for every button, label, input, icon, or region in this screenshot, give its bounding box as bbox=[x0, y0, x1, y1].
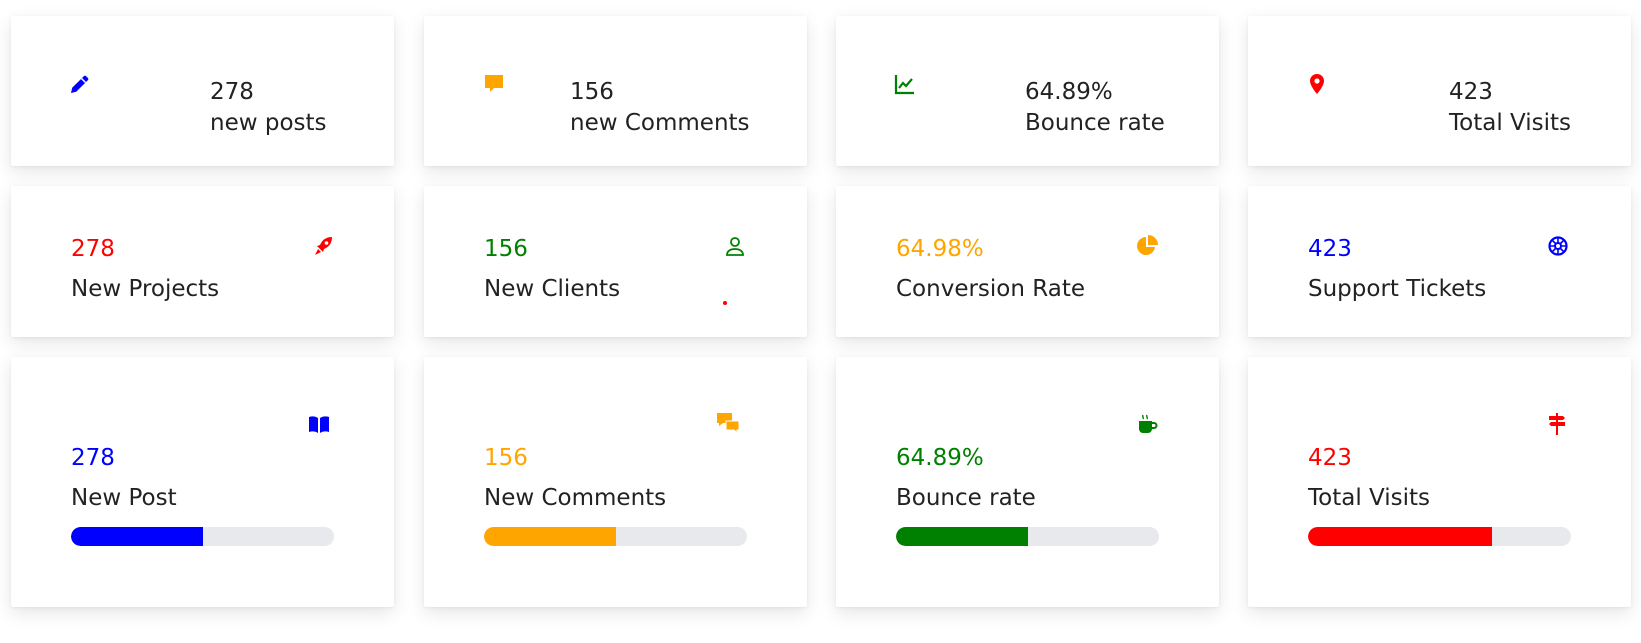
stat-card-bounce-rate: 64.89% Bounce rate bbox=[836, 16, 1219, 166]
stat-card-new-comments: 156 new Comments bbox=[424, 16, 807, 166]
stat-label: Total Visits bbox=[1449, 110, 1572, 136]
stat-card-conversion-rate: 64.98% Conversion Rate bbox=[836, 186, 1219, 337]
stat-card-total-visits: 423 Total Visits bbox=[1248, 16, 1631, 166]
stat-label: Support Tickets bbox=[1308, 276, 1487, 302]
stat-value: 64.98% bbox=[896, 236, 984, 262]
stat-label: new Comments bbox=[570, 110, 750, 136]
stat-label: Bounce rate bbox=[896, 485, 1036, 511]
pie-chart-icon bbox=[1135, 234, 1159, 258]
rocket-icon bbox=[312, 234, 336, 258]
stat-text: 423 Total Visits bbox=[1449, 77, 1571, 139]
stat-card-new-clients: 156 New Clients bbox=[424, 186, 807, 337]
stat-text: 156 new Comments bbox=[570, 77, 750, 139]
comment-icon bbox=[482, 72, 506, 96]
progress-bar bbox=[896, 527, 1159, 546]
progress-fill bbox=[71, 527, 203, 546]
signpost-icon bbox=[1545, 412, 1569, 436]
stat-value: 278 bbox=[71, 445, 115, 471]
stat-label: New Comments bbox=[484, 485, 667, 511]
progress-fill bbox=[484, 527, 616, 546]
stat-label: new posts bbox=[210, 110, 327, 136]
progress-bar bbox=[1308, 527, 1571, 546]
stat-value: 423 bbox=[1308, 236, 1352, 262]
stat-value: 156 bbox=[484, 445, 528, 471]
map-pin-icon bbox=[1305, 72, 1329, 96]
stat-card-new-posts: 278 new posts bbox=[11, 16, 394, 166]
stat-label: Bounce rate bbox=[1025, 110, 1165, 136]
line-chart-icon bbox=[893, 72, 917, 96]
book-icon bbox=[307, 412, 331, 436]
stat-value: 64.89% bbox=[896, 445, 984, 471]
progress-bar bbox=[484, 527, 747, 546]
stat-value: 423 bbox=[1449, 79, 1493, 105]
coffee-cup-icon bbox=[1135, 412, 1159, 436]
life-ring-icon bbox=[1546, 234, 1570, 258]
progress-card-new-post: 278 New Post bbox=[11, 357, 394, 607]
comments-icon bbox=[715, 410, 743, 436]
progress-card-total-visits: 423 Total Visits bbox=[1248, 357, 1631, 607]
stat-label: New Clients bbox=[484, 276, 621, 302]
status-dot bbox=[723, 301, 727, 305]
progress-card-bounce-rate: 64.89% Bounce rate bbox=[836, 357, 1219, 607]
stat-card-new-projects: 278 New Projects bbox=[11, 186, 394, 337]
stat-label: Conversion Rate bbox=[896, 276, 1085, 302]
progress-bar bbox=[71, 527, 334, 546]
user-icon bbox=[723, 234, 747, 258]
stat-label: New Projects bbox=[71, 276, 220, 302]
stat-label: New Post bbox=[71, 485, 177, 511]
stat-value: 64.89% bbox=[1025, 79, 1113, 105]
progress-card-new-comments: 156 New Comments bbox=[424, 357, 807, 607]
stat-value: 423 bbox=[1308, 445, 1352, 471]
stat-text: 64.89% Bounce rate bbox=[1025, 77, 1165, 139]
progress-fill bbox=[1308, 527, 1493, 546]
stat-card-support-tickets: 423 Support Tickets bbox=[1248, 186, 1631, 337]
stat-text: 278 new posts bbox=[210, 77, 327, 139]
stat-value: 278 bbox=[210, 79, 254, 105]
stat-value: 278 bbox=[71, 236, 115, 262]
progress-fill bbox=[896, 527, 1028, 546]
stat-value: 156 bbox=[570, 79, 614, 105]
pencil-icon bbox=[68, 72, 92, 96]
stat-value: 156 bbox=[484, 236, 528, 262]
stat-label: Total Visits bbox=[1308, 485, 1431, 511]
